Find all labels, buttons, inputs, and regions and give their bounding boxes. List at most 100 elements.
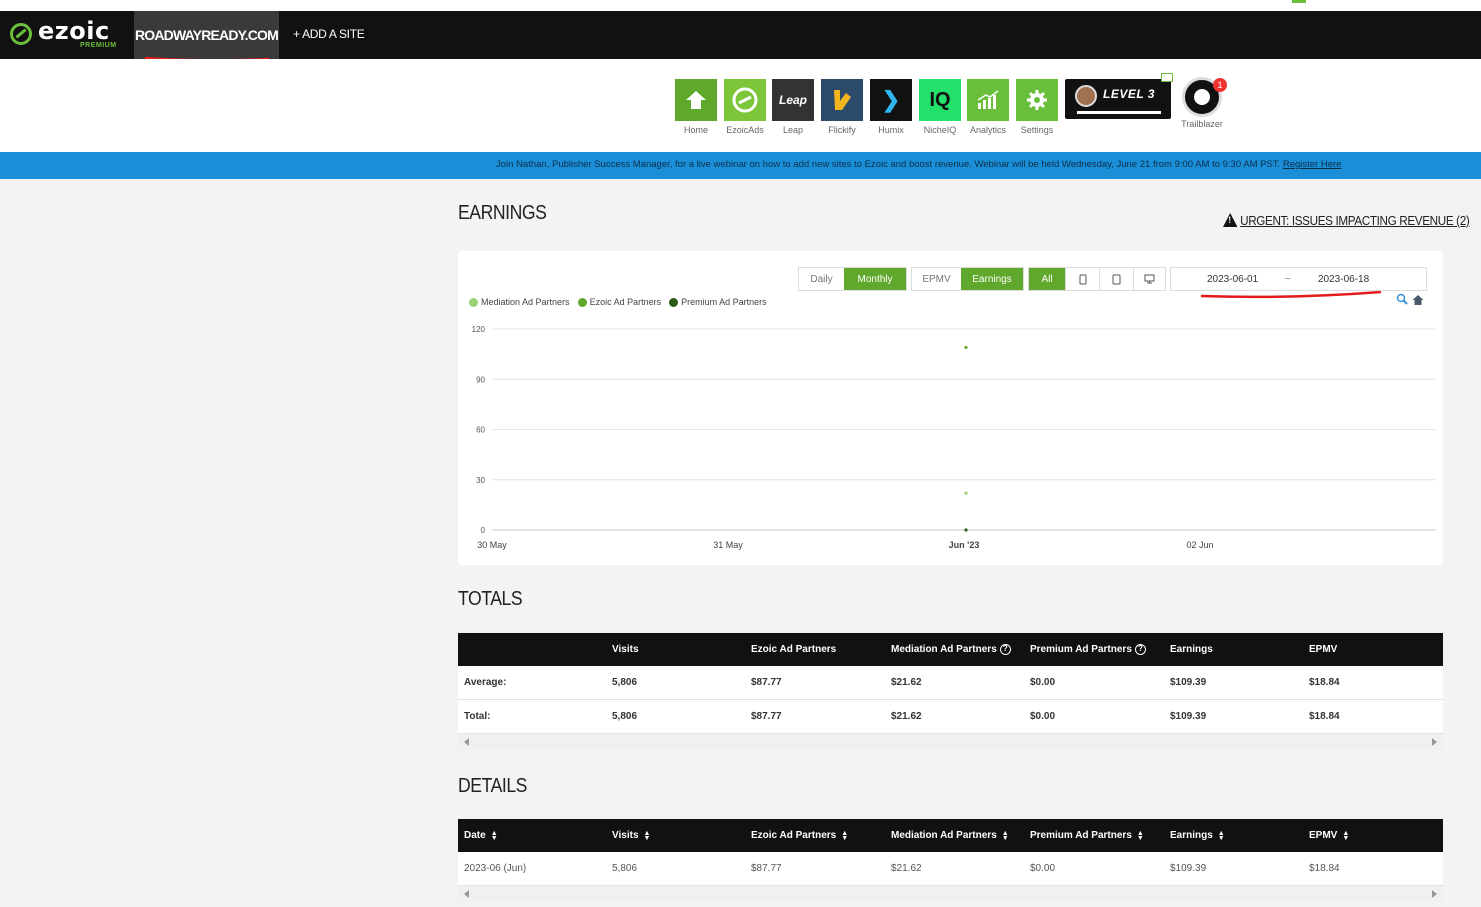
table-row: Total: 5,806 $87.77 $21.62 $0.00 $109.39… xyxy=(458,700,1443,734)
add-site-link[interactable]: + ADD A SITE xyxy=(293,27,365,41)
desktop-icon[interactable] xyxy=(1133,268,1165,290)
register-link[interactable]: Register Here xyxy=(1283,159,1342,170)
y-tick-label: 0 xyxy=(481,526,486,535)
app-leap[interactable]: Leap Leap xyxy=(772,79,814,135)
table-cell: 2023-06 (Jun) xyxy=(464,863,527,874)
granularity-toggle: Daily Monthly xyxy=(798,267,907,291)
flickify-icon xyxy=(821,79,863,121)
ezoic-logo[interactable]: ezoic PREMIUM xyxy=(10,17,120,53)
totals-table: Visits Ezoic Ad Partners Mediation Ad Pa… xyxy=(458,633,1443,750)
legend-dot xyxy=(669,297,679,307)
trailblazer-badge[interactable]: 1 Trailblazer xyxy=(1180,77,1227,129)
table-cell: $21.62 xyxy=(891,711,922,722)
sort-icon: ▲ ▼ xyxy=(841,829,849,842)
app-humix[interactable]: ❯ Humix xyxy=(870,79,912,135)
y-tick-label: 30 xyxy=(476,476,485,485)
table-cell: $0.00 xyxy=(1030,677,1056,688)
leap-icon: Leap xyxy=(772,79,814,121)
app-home[interactable]: Home xyxy=(675,79,717,135)
scroll-right-icon[interactable] xyxy=(1432,890,1437,898)
header-label: Ezoic Ad Partners xyxy=(751,830,837,841)
monthly-button[interactable]: Monthly xyxy=(844,268,906,290)
sortable-header[interactable]: Mediation Ad Partners ▲ ▼ xyxy=(891,819,1009,852)
reset-zoom-home-icon[interactable] xyxy=(1412,293,1424,305)
table-cell: 5,806 xyxy=(612,711,638,722)
mail-icon[interactable] xyxy=(1161,73,1173,82)
header-label: EPMV xyxy=(1309,830,1338,841)
legend-item[interactable]: Premium Ad Partners xyxy=(669,297,767,307)
site-tab[interactable]: ROADWAYREADY.COM xyxy=(134,11,279,59)
app-label: Settings xyxy=(1020,125,1054,135)
ezoic-logo-icon xyxy=(10,23,32,45)
totals-title: TOTALS xyxy=(458,588,523,610)
data-point[interactable] xyxy=(964,491,968,495)
epmv-button[interactable]: EPMV xyxy=(912,268,961,290)
warning-icon xyxy=(1223,213,1238,227)
header-label: Premium Ad Partners xyxy=(1030,830,1132,841)
header-label: Premium Ad Partners xyxy=(1030,644,1132,655)
totals-header-row: Visits Ezoic Ad Partners Mediation Ad Pa… xyxy=(458,633,1443,666)
horizontal-scrollbar[interactable] xyxy=(458,886,1443,902)
app-settings[interactable]: Settings xyxy=(1016,79,1058,135)
all-devices-button[interactable]: All xyxy=(1029,268,1065,290)
table-cell: $87.77 xyxy=(751,677,782,688)
data-point[interactable] xyxy=(964,528,968,532)
home-icon xyxy=(675,79,717,121)
date-range-picker[interactable]: 2023-06-01 ~ 2023-06-18 xyxy=(1170,267,1427,291)
header-cell: Ezoic Ad Partners xyxy=(751,644,837,655)
y-tick-label: 120 xyxy=(472,325,486,334)
header-label: Earnings xyxy=(1170,830,1213,841)
sort-icon: ▲ ▼ xyxy=(643,829,651,842)
data-point[interactable] xyxy=(964,345,968,350)
legend-item[interactable]: Mediation Ad Partners xyxy=(469,297,570,307)
table-cell: 5,806 xyxy=(612,677,638,688)
help-icon[interactable]: ? xyxy=(1134,644,1146,655)
date-from: 2023-06-01 xyxy=(1207,274,1259,285)
table-cell: $18.84 xyxy=(1309,677,1340,688)
zoom-icon[interactable] xyxy=(1396,293,1408,308)
sortable-header[interactable]: Premium Ad Partners ▲ ▼ xyxy=(1030,819,1144,852)
scroll-left-icon[interactable] xyxy=(464,890,469,898)
sortable-header[interactable]: Ezoic Ad Partners ▲ ▼ xyxy=(751,819,848,852)
header-cell: Visits xyxy=(612,644,639,655)
y-tick-label: 60 xyxy=(476,426,485,435)
app-flickify[interactable]: Flickify xyxy=(821,79,863,135)
app-ezoicads[interactable]: EzoicAds xyxy=(724,79,766,135)
earnings-chart-card: Daily Monthly EPMV Earnings All 2023-06-… xyxy=(458,251,1443,565)
details-title: DETAILS xyxy=(458,775,527,797)
table-cell: $18.84 xyxy=(1309,711,1340,722)
app-analytics[interactable]: Analytics xyxy=(967,79,1009,135)
scroll-left-icon[interactable] xyxy=(464,738,469,746)
logo-sub: PREMIUM xyxy=(80,42,117,49)
table-cell: 5,806 xyxy=(612,863,638,874)
horizontal-scrollbar[interactable] xyxy=(458,734,1443,750)
sort-icon: ▲ ▼ xyxy=(490,829,498,842)
trailblazer-label: Trailblazer xyxy=(1181,119,1223,129)
sortable-header[interactable]: Visits ▲ ▼ xyxy=(612,819,650,852)
details-table: Date ▲ ▼ Visits ▲ ▼ Ezoic Ad Partners ▲ ▼ Medi… xyxy=(458,819,1443,902)
help-icon[interactable]: ? xyxy=(999,644,1011,655)
table-cell: $87.77 xyxy=(751,711,782,722)
earnings-button[interactable]: Earnings xyxy=(961,268,1023,290)
tablet-icon[interactable] xyxy=(1099,268,1133,290)
table-cell: Average: xyxy=(464,677,507,688)
x-tick-label: Jun '23 xyxy=(949,540,980,550)
scroll-right-icon[interactable] xyxy=(1432,738,1437,746)
urgent-text: URGENT: ISSUES IMPACTING REVENUE (2) xyxy=(1240,213,1470,228)
sortable-header[interactable]: Earnings ▲ ▼ xyxy=(1170,819,1225,852)
table-cell: $109.39 xyxy=(1170,863,1207,874)
header-cell: Earnings xyxy=(1170,644,1213,655)
legend-item[interactable]: Ezoic Ad Partners xyxy=(577,297,661,307)
gear-icon xyxy=(1016,79,1058,121)
sortable-header[interactable]: EPMV ▲ ▼ xyxy=(1309,819,1349,852)
x-tick-label: 31 May xyxy=(713,540,743,550)
level-badge[interactable]: LEVEL 3 xyxy=(1065,73,1173,119)
urgent-issues-link[interactable]: URGENT: ISSUES IMPACTING REVENUE (2) xyxy=(1223,211,1470,228)
daily-button[interactable]: Daily xyxy=(799,268,844,290)
header-label: Date xyxy=(464,830,486,841)
app-nicheiq[interactable]: IQ NicheIQ xyxy=(919,79,961,135)
sortable-header[interactable]: Date ▲ ▼ xyxy=(464,819,498,852)
phone-icon[interactable] xyxy=(1065,268,1099,290)
trailblazer-icon: 1 xyxy=(1182,77,1227,117)
legend-dot xyxy=(469,297,478,307)
